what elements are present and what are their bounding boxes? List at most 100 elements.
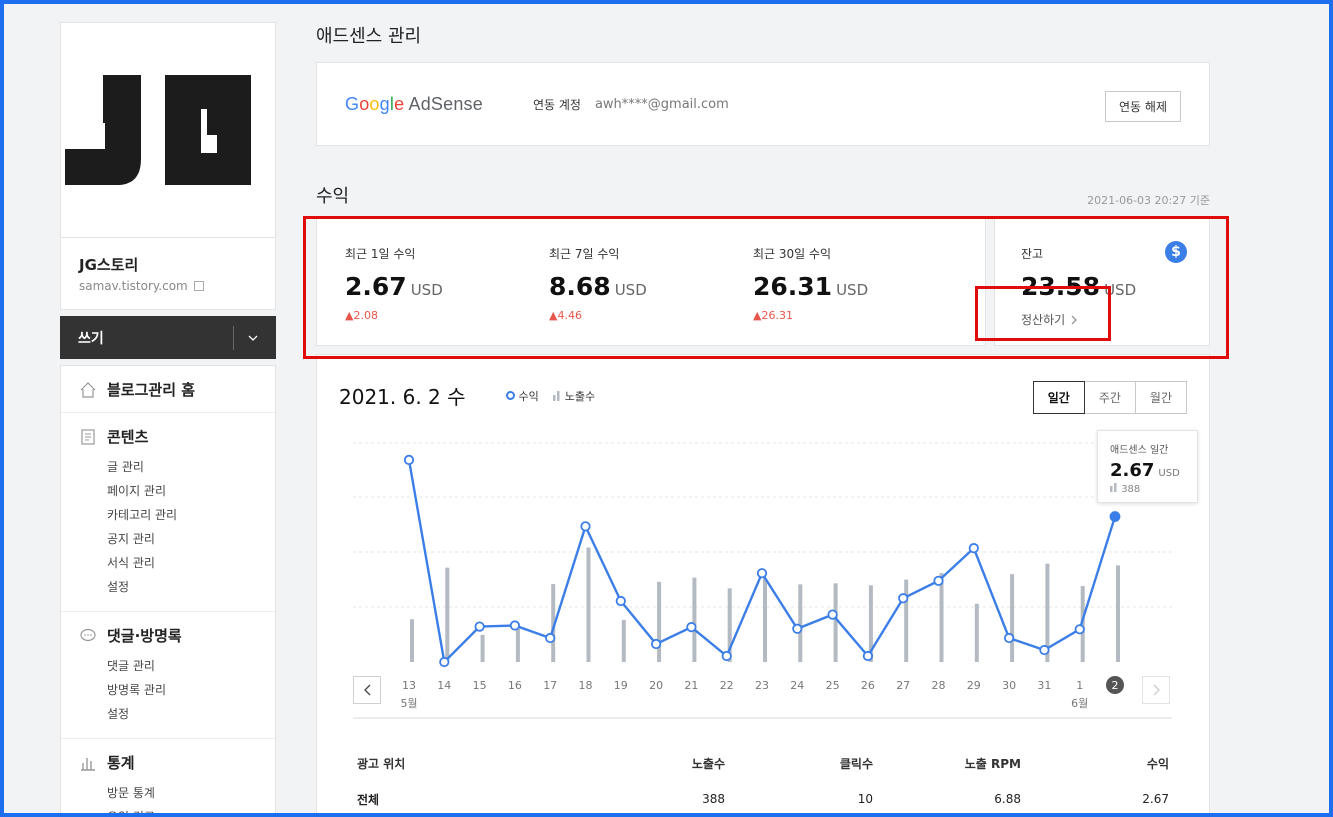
linked-account-label: 연동 계정 bbox=[532, 97, 581, 112]
tooltip-value: 2.67 bbox=[1110, 460, 1155, 481]
revenue-point bbox=[756, 568, 768, 579]
next-button[interactable] bbox=[1142, 676, 1170, 704]
legend-revenue: 수익 bbox=[505, 388, 539, 404]
x-tick-label: 23 bbox=[755, 679, 769, 692]
sidebar-item-posts[interactable]: 글 관리 bbox=[107, 455, 257, 479]
earnings-title: 수익 bbox=[316, 186, 350, 207]
jg-logo-mark bbox=[65, 75, 251, 185]
table-cell: 6.88 bbox=[994, 792, 1021, 806]
placement-table: 광고 위치 노출수 클릭수 노출 RPM 수익 전체 388 10 6.88 2… bbox=[317, 745, 1209, 813]
sidebar-item-contents[interactable]: 콘텐츠 bbox=[79, 426, 257, 447]
x-tick-label: 15 bbox=[473, 679, 487, 692]
impressions-bar bbox=[480, 634, 485, 662]
x-tick-label: 13 bbox=[402, 679, 416, 692]
sidebar-item-comment-settings[interactable]: 설정 bbox=[107, 702, 257, 726]
menu-title: 통계 bbox=[107, 754, 135, 772]
impressions-bar bbox=[1116, 565, 1120, 662]
linked-email: awh****@gmail.com bbox=[594, 96, 729, 112]
revenue-point bbox=[1074, 624, 1085, 635]
legend-impressions-label: 노출수 bbox=[564, 389, 596, 403]
x-tick-label: 14 bbox=[437, 679, 451, 692]
chevron-right-icon bbox=[1153, 684, 1160, 696]
google-wordmark: G bbox=[345, 93, 360, 114]
revenue-point bbox=[650, 638, 662, 650]
blog-url-row[interactable]: samav.tistory.com bbox=[79, 279, 257, 293]
sidebar-item-pages[interactable]: 페이지 관리 bbox=[107, 479, 257, 503]
sidebar-item-notices[interactable]: 공지 관리 bbox=[107, 527, 257, 551]
table-header: 노출수 bbox=[691, 756, 725, 771]
impressions-bar bbox=[692, 577, 697, 662]
sidebar-item-comment-manage[interactable]: 댓글 관리 bbox=[107, 654, 257, 678]
sidebar-item-stats[interactable]: 통계 bbox=[79, 752, 257, 773]
menu-section-comments: 댓글·방명록 댓글 관리 방명록 관리 설정 bbox=[61, 612, 275, 739]
table-header: 광고 위치 bbox=[357, 756, 406, 771]
revenue-point bbox=[615, 595, 626, 607]
legend-revenue-label: 수익 bbox=[518, 389, 539, 403]
timestamp: 2021-06-03 20:27 기준 bbox=[1087, 194, 1210, 207]
x-tick-label: 1 bbox=[1076, 679, 1083, 692]
x-tick-label: 17 bbox=[543, 679, 557, 692]
sidebar-item-categories[interactable]: 카테고리 관리 bbox=[107, 503, 257, 527]
tooltip-impressions-value: 388 bbox=[1121, 484, 1141, 495]
blog-name[interactable]: JG스토리 bbox=[79, 254, 257, 275]
revenue-point bbox=[403, 454, 415, 466]
impressions-bar bbox=[1010, 574, 1015, 662]
blog-logo[interactable] bbox=[60, 22, 276, 238]
revenue-point bbox=[968, 543, 979, 554]
earnings-header: 수익 2021-06-03 20:27 기준 bbox=[316, 182, 1210, 208]
tooltip-impressions: 388 bbox=[1110, 483, 1185, 495]
x-tick-label: 2 bbox=[1112, 679, 1119, 692]
prev-button[interactable] bbox=[353, 676, 381, 704]
write-button[interactable]: 쓰기 bbox=[60, 316, 276, 359]
x-tick-label: 27 bbox=[896, 679, 910, 692]
highlight-settle-box bbox=[975, 286, 1111, 341]
revenue-point bbox=[1109, 511, 1121, 522]
impressions-bar bbox=[445, 567, 450, 662]
table-cell: 2.67 bbox=[1142, 792, 1169, 806]
blog-url[interactable]: samav.tistory.com bbox=[79, 279, 188, 293]
sidebar-item-content-settings[interactable]: 설정 bbox=[107, 575, 257, 599]
chevron-down-icon[interactable] bbox=[233, 325, 258, 350]
month-label: 6월 bbox=[1071, 697, 1088, 710]
home-icon bbox=[80, 381, 96, 398]
x-tick-label: 29 bbox=[967, 679, 981, 692]
tab-monthly[interactable]: 월간 bbox=[1134, 381, 1187, 414]
table-cell: 10 bbox=[857, 792, 873, 806]
tab-daily[interactable]: 일간 bbox=[1032, 381, 1085, 414]
unlink-button[interactable]: 연동 해제 bbox=[1105, 91, 1181, 122]
sidebar-item-comments[interactable]: 댓글·방명록 bbox=[79, 625, 257, 646]
tooltip-unit: USD bbox=[1158, 468, 1180, 479]
chart-header: 2021. 6. 2 수 수익 노출수 bbox=[339, 381, 595, 410]
google-wordmark-e: e bbox=[394, 93, 405, 114]
x-tick-label: 21 bbox=[684, 679, 698, 692]
sidebar-item-referrers[interactable]: 유입 경로 bbox=[107, 805, 257, 813]
chart-card: 2021. 6. 2 수 수익 노출수 일간 주간 월간 13 14 15 16 17 1… bbox=[316, 354, 1210, 813]
google-wordmark-o2: o bbox=[369, 93, 380, 114]
impressions-bar bbox=[586, 547, 591, 662]
table-cell: 전체 bbox=[357, 792, 380, 807]
menu-section-contents: 콘텐츠 글 관리 페이지 관리 카테고리 관리 공지 관리 서식 관리 설정 bbox=[61, 413, 275, 612]
sidebar-item-guestbook-manage[interactable]: 방명록 관리 bbox=[107, 678, 257, 702]
revenue-point bbox=[933, 575, 944, 586]
impressions-bar bbox=[621, 619, 626, 662]
sidebar-item-home[interactable]: 블로그관리 홈 bbox=[79, 379, 257, 400]
x-tick-label: 30 bbox=[1002, 679, 1016, 692]
tab-weekly[interactable]: 주간 bbox=[1083, 381, 1136, 414]
chevron-left-icon bbox=[363, 684, 370, 696]
revenue-point bbox=[439, 656, 450, 668]
legend-impressions: 노출수 bbox=[552, 388, 596, 404]
revenue-point bbox=[792, 623, 803, 634]
x-tick-label: 19 bbox=[614, 679, 628, 692]
adsense-section-title: 애드센스 관리 bbox=[316, 26, 422, 47]
sidebar-item-visit-stats[interactable]: 방문 통계 bbox=[107, 781, 257, 805]
revenue-chart: 13 14 15 16 17 18 19 20 21 22 23 24 25 26 27 28 29 30 31 1 2… bbox=[353, 442, 1172, 719]
speech-bubble-icon bbox=[80, 628, 96, 641]
x-tick-label: 28 bbox=[932, 679, 946, 692]
impressions-bar bbox=[833, 583, 838, 662]
sidebar: JG스토리 samav.tistory.com 쓰기 블로그관리 홈 콘텐츠 글… bbox=[60, 22, 276, 813]
revenue-point bbox=[545, 632, 556, 644]
sidebar-menu: 블로그관리 홈 콘텐츠 글 관리 페이지 관리 카테고리 관리 공지 관리 서식… bbox=[60, 365, 276, 813]
menu-title: 콘텐츠 bbox=[107, 428, 149, 446]
menu-title: 블로그관리 홈 bbox=[107, 381, 196, 399]
sidebar-item-templates[interactable]: 서식 관리 bbox=[107, 551, 257, 575]
